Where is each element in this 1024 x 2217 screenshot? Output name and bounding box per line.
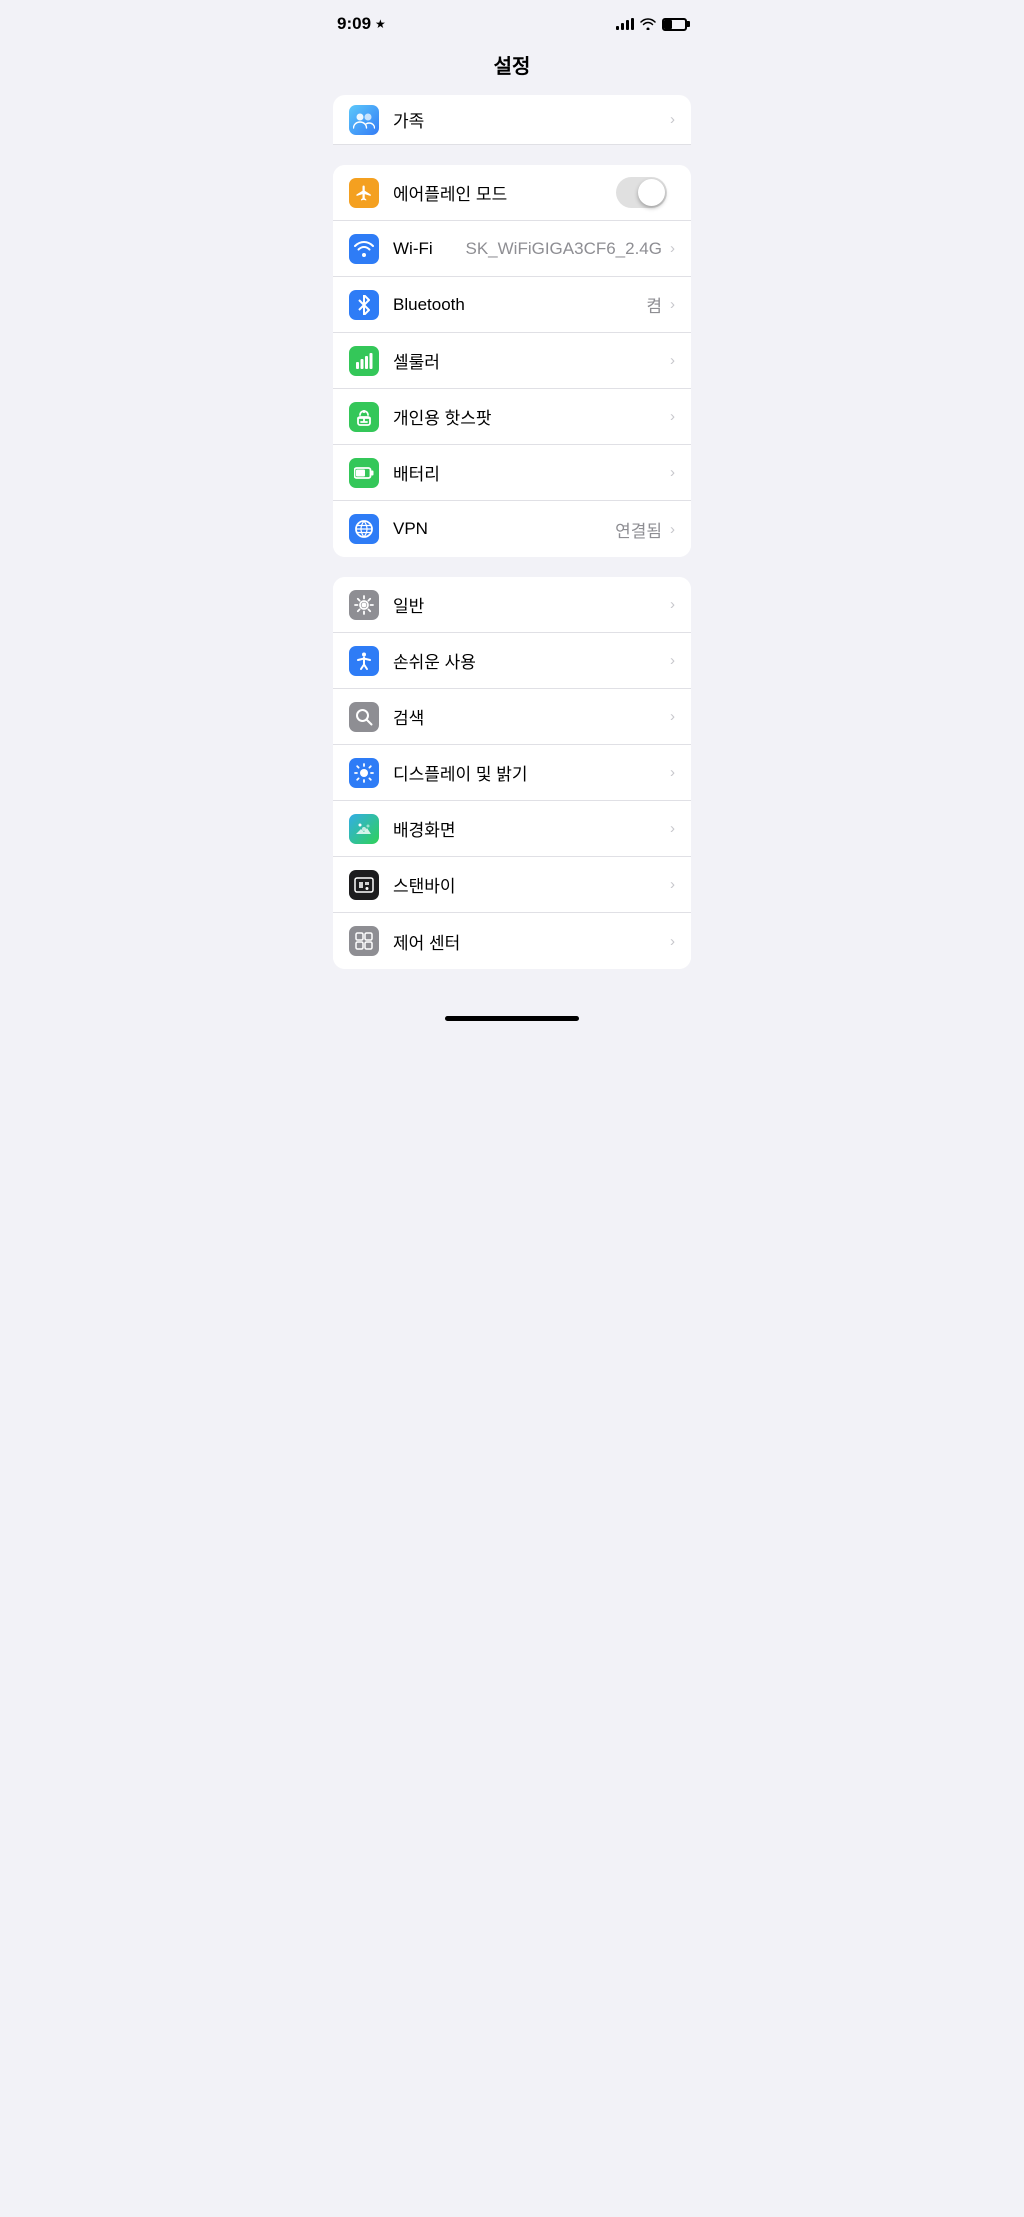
display-icon: [349, 758, 379, 788]
cellular-label: 셀룰러: [393, 348, 670, 373]
bluetooth-label: Bluetooth: [393, 295, 646, 315]
battery-settings-icon: [349, 458, 379, 488]
hotspot-chevron: ›: [670, 408, 675, 425]
setting-row-display[interactable]: 디스플레이 및 밝기 ›: [333, 745, 691, 801]
setting-row-bluetooth[interactable]: Bluetooth 켬 ›: [333, 277, 691, 333]
cellular-icon: [349, 346, 379, 376]
setting-row-control-center[interactable]: 제어 센터 ›: [333, 913, 691, 969]
setting-row-search[interactable]: 검색 ›: [333, 689, 691, 745]
search-chevron: ›: [670, 708, 675, 725]
home-indicator-area: [317, 989, 707, 1029]
setting-row-cellular[interactable]: 셀룰러 ›: [333, 333, 691, 389]
wallpaper-label: 배경화면: [393, 816, 670, 841]
battery-label: 배터리: [393, 460, 670, 485]
airplane-label: 에어플레인 모드: [393, 180, 616, 205]
general-chevron: ›: [670, 596, 675, 613]
setting-row-accessibility[interactable]: 손쉬운 사용 ›: [333, 633, 691, 689]
page-title: 설정: [317, 42, 707, 95]
control-center-icon: [349, 926, 379, 956]
bluetooth-icon: [349, 290, 379, 320]
status-icons: [616, 18, 687, 31]
setting-row-wifi[interactable]: Wi-Fi SK_WiFiGIGA3CF6_2.4G ›: [333, 221, 691, 277]
vpn-chevron: ›: [670, 521, 675, 538]
signal-icon: [616, 18, 634, 30]
search-label: 검색: [393, 704, 670, 729]
setting-row-wallpaper[interactable]: 배경화면 ›: [333, 801, 691, 857]
bluetooth-value: 켬: [646, 292, 662, 317]
standby-icon: [349, 870, 379, 900]
accessibility-icon: [349, 646, 379, 676]
vpn-label: VPN: [393, 519, 615, 539]
wifi-icon: [349, 234, 379, 264]
hotspot-label: 개인용 핫스팟: [393, 404, 670, 429]
search-settings-icon: [349, 702, 379, 732]
family-icon: [349, 105, 379, 135]
standby-label: 스탠바이: [393, 872, 670, 897]
general-label: 일반: [393, 592, 670, 617]
wifi-label: Wi-Fi: [393, 239, 465, 259]
airplane-toggle[interactable]: [616, 177, 667, 208]
wifi-value: SK_WiFiGIGA3CF6_2.4G: [465, 239, 662, 259]
setting-row-vpn[interactable]: VPN 연결됨 ›: [333, 501, 691, 557]
accessibility-chevron: ›: [670, 652, 675, 669]
setting-row-battery[interactable]: 배터리 ›: [333, 445, 691, 501]
cellular-chevron: ›: [670, 352, 675, 369]
wifi-status-icon: [640, 18, 656, 30]
setting-row-standby[interactable]: 스탠바이 ›: [333, 857, 691, 913]
airplane-icon: [349, 178, 379, 208]
status-bar: 9:09 ★: [317, 0, 707, 42]
family-chevron: ›: [670, 111, 675, 128]
battery-chevron: ›: [670, 464, 675, 481]
battery-status-icon: [662, 18, 687, 31]
general-section: 일반 › 손쉬운 사용 › 검색 ›: [333, 577, 691, 969]
hotspot-icon: [349, 402, 379, 432]
profile-section: 가족 ›: [333, 95, 691, 145]
setting-row-general[interactable]: 일반 ›: [333, 577, 691, 633]
setting-row-airplane[interactable]: 에어플레인 모드: [333, 165, 691, 221]
wallpaper-icon: [349, 814, 379, 844]
wallpaper-chevron: ›: [670, 820, 675, 837]
profile-partial-row[interactable]: 가족 ›: [333, 95, 691, 145]
control-center-chevron: ›: [670, 933, 675, 950]
setting-row-hotspot[interactable]: 개인용 핫스팟 ›: [333, 389, 691, 445]
standby-chevron: ›: [670, 876, 675, 893]
vpn-icon: [349, 514, 379, 544]
network-section: 에어플레인 모드 Wi-Fi SK_WiFiGIGA3CF6_2.4G › Bl…: [333, 165, 691, 557]
bluetooth-chevron: ›: [670, 296, 675, 313]
star-icon: ★: [375, 17, 386, 31]
accessibility-label: 손쉬운 사용: [393, 648, 670, 673]
display-chevron: ›: [670, 764, 675, 781]
section-spacer-1: [317, 145, 707, 165]
vpn-value: 연결됨: [615, 517, 662, 542]
general-icon: [349, 590, 379, 620]
family-label: 가족: [393, 107, 670, 132]
status-time: 9:09: [337, 14, 371, 34]
control-center-label: 제어 센터: [393, 929, 670, 954]
home-indicator: [445, 1016, 579, 1021]
display-label: 디스플레이 및 밝기: [393, 760, 670, 785]
wifi-chevron: ›: [670, 240, 675, 257]
